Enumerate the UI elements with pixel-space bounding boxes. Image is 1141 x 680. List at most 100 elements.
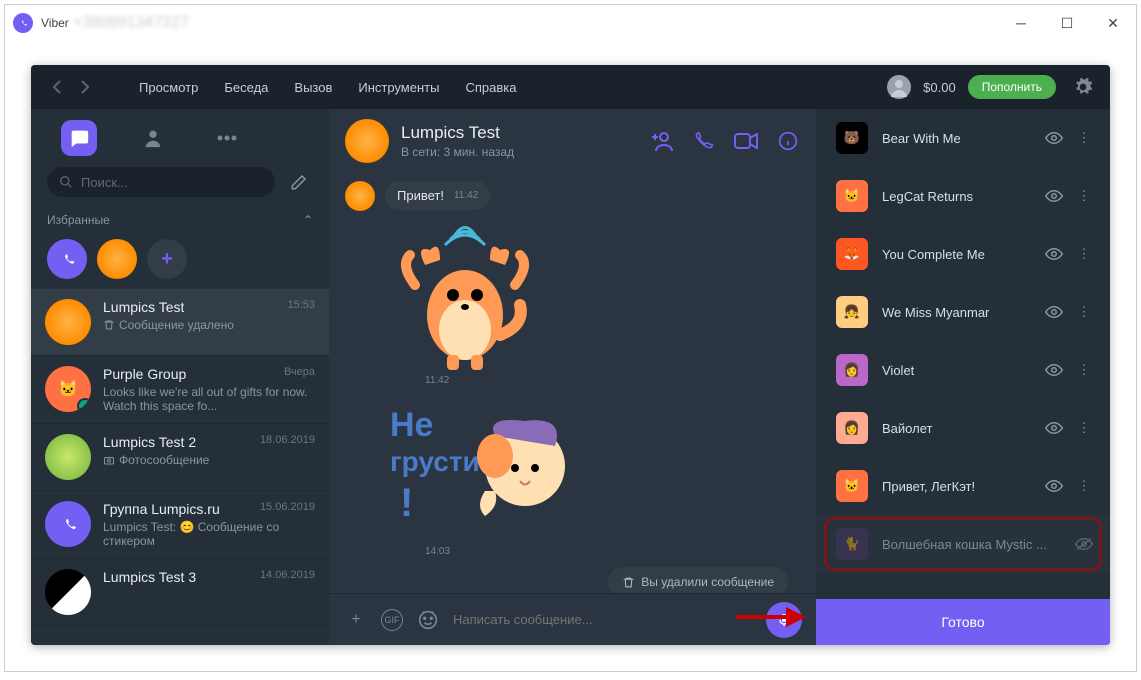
chat-list: Lumpics Test15:53 Сообщение удалено 🐱 Pu…: [31, 289, 329, 645]
chat-item[interactable]: Lumpics Test15:53 Сообщение удалено: [31, 289, 329, 356]
chat-header: Lumpics Test В сети: 3 мин. назад: [329, 109, 816, 173]
chat-item[interactable]: 🐱 Purple GroupВчера Looks like we're all…: [31, 356, 329, 424]
menu-help[interactable]: Справка: [465, 80, 516, 95]
app-window: Просмотр Беседа Вызов Инструменты Справк…: [31, 65, 1110, 645]
chat-item[interactable]: Lumpics Test 218.06.2019 Фотосообщение: [31, 424, 329, 491]
trash-icon: [103, 319, 115, 331]
message-avatar: [345, 181, 375, 211]
topup-button[interactable]: Пополнить: [968, 75, 1056, 99]
chat-avatar: 🐱: [45, 366, 91, 412]
sticker-pack-icon: 👧: [836, 296, 868, 328]
visibility-toggle[interactable]: [1044, 304, 1064, 320]
sticker-pack-item[interactable]: 🐻 Bear With Me ⋮: [816, 109, 1110, 167]
chat-item[interactable]: Группа Lumpics.ru15.06.2019 Lumpics Test…: [31, 491, 329, 559]
sticker-pack-item-hidden[interactable]: 🐈 Волшебная кошка Mystic ...: [816, 515, 1110, 573]
visibility-toggle[interactable]: [1044, 420, 1064, 436]
nav-forward-button[interactable]: [71, 73, 99, 101]
svg-text:грусти: грусти: [390, 446, 480, 477]
sticker-pack-icon: 🐱: [836, 470, 868, 502]
drag-handle[interactable]: ⋮: [1074, 362, 1094, 378]
tab-chats[interactable]: [61, 120, 97, 156]
trash-icon: [622, 576, 635, 589]
favorites-header[interactable]: Избранные ⌃: [31, 207, 329, 233]
svg-text:!: !: [400, 481, 413, 525]
sticker-pack-item[interactable]: 👧 We Miss Myanmar ⋮: [816, 283, 1110, 341]
video-call-button[interactable]: [734, 129, 758, 153]
drag-handle[interactable]: ⋮: [1074, 420, 1094, 436]
minimize-button[interactable]: ─: [998, 5, 1044, 41]
gif-button[interactable]: GIF: [381, 609, 403, 631]
online-badge: [77, 398, 91, 412]
sticker-button[interactable]: [415, 607, 441, 633]
sticker-pack-item[interactable]: 👩 Violet ⋮: [816, 341, 1110, 399]
visibility-toggle[interactable]: [1044, 188, 1064, 204]
tab-contacts[interactable]: [135, 120, 171, 156]
add-favorite-button[interactable]: +: [147, 239, 187, 279]
drag-handle[interactable]: ⋮: [1074, 304, 1094, 320]
menu-bar: Просмотр Беседа Вызов Инструменты Справк…: [139, 80, 516, 95]
message-time: 14:03: [425, 546, 800, 557]
favorites-row: +: [31, 233, 329, 289]
chat-header-status: В сети: 3 мин. назад: [401, 145, 514, 159]
message-time: 11:42: [425, 375, 800, 386]
chat-item[interactable]: Lumpics Test 314.06.2019: [31, 559, 329, 626]
done-button[interactable]: Готово: [816, 599, 1110, 645]
sticker-pack-item[interactable]: 🦊 You Complete Me ⋮: [816, 225, 1110, 283]
close-button[interactable]: ✕: [1090, 5, 1136, 41]
sticker-pack-item[interactable]: 🐱 LegCat Returns ⋮: [816, 167, 1110, 225]
sticker-pack-icon: 🐻: [836, 122, 868, 154]
visibility-toggle[interactable]: [1044, 246, 1064, 262]
menu-tools[interactable]: Инструменты: [358, 80, 439, 95]
search-placeholder: Поиск...: [81, 175, 128, 190]
audio-call-button[interactable]: [692, 129, 716, 153]
attach-button[interactable]: +: [343, 607, 369, 633]
chat-header-avatar[interactable]: [345, 119, 389, 163]
settings-button[interactable]: [1068, 77, 1098, 97]
tab-more[interactable]: [209, 120, 245, 156]
arrow-annotation: [736, 607, 806, 627]
window-titlebar: Viber +380991347227 ─ ☐ ✕: [5, 5, 1136, 41]
drag-handle[interactable]: ⋮: [1074, 130, 1094, 146]
drag-handle[interactable]: ⋮: [1074, 188, 1094, 204]
menu-view[interactable]: Просмотр: [139, 80, 198, 95]
maximize-button[interactable]: ☐: [1044, 5, 1090, 41]
visibility-toggle[interactable]: [1074, 537, 1094, 551]
sticker-pack-icon: 🐈: [836, 528, 868, 560]
visibility-toggle[interactable]: [1044, 362, 1064, 378]
sticker-pack-list: 🐻 Bear With Me ⋮ 🐱 LegCat Returns ⋮ 🦊 Yo…: [816, 109, 1110, 599]
favorite-item[interactable]: [97, 239, 137, 279]
menu-conversation[interactable]: Беседа: [224, 80, 268, 95]
drag-handle[interactable]: ⋮: [1074, 478, 1094, 494]
sticker-message: [385, 215, 545, 375]
chat-header-name: Lumpics Test: [401, 123, 514, 143]
drag-handle[interactable]: ⋮: [1074, 246, 1094, 262]
chat-avatar: [45, 501, 91, 547]
add-contact-button[interactable]: [650, 129, 674, 153]
sticker-message: Не грусти !: [385, 396, 585, 546]
compose-button[interactable]: [285, 168, 313, 196]
sticker-pack-item[interactable]: 🐱 Привет, ЛегКэт! ⋮: [816, 457, 1110, 515]
svg-text:Не: Не: [390, 406, 433, 444]
sticker-pack-icon: 👩: [836, 354, 868, 386]
message-area: Привет! 11:42: [329, 173, 816, 593]
deleted-message: Вы удалили сообщение: [608, 567, 788, 593]
visibility-toggle[interactable]: [1044, 130, 1064, 146]
message-input[interactable]: [453, 612, 754, 627]
user-avatar[interactable]: [887, 75, 911, 99]
nav-back-button[interactable]: [43, 73, 71, 101]
chat-avatar: [45, 569, 91, 615]
window-phone: +380991347227: [73, 14, 189, 32]
viber-logo-icon: [13, 13, 33, 33]
window-title: Viber: [41, 16, 69, 30]
message-bubble: Привет! 11:42: [385, 181, 490, 210]
menu-call[interactable]: Вызов: [294, 80, 332, 95]
info-button[interactable]: [776, 129, 800, 153]
balance-label: $0.00: [923, 80, 956, 95]
favorite-item[interactable]: [47, 239, 87, 279]
visibility-toggle[interactable]: [1044, 478, 1064, 494]
search-input[interactable]: Поиск...: [47, 167, 275, 197]
sticker-panel: 🐻 Bear With Me ⋮ 🐱 LegCat Returns ⋮ 🦊 Yo…: [816, 109, 1110, 645]
sticker-pack-item[interactable]: 👩 Вайолет ⋮: [816, 399, 1110, 457]
chat-avatar: [45, 299, 91, 345]
sticker-pack-icon: 👩: [836, 412, 868, 444]
